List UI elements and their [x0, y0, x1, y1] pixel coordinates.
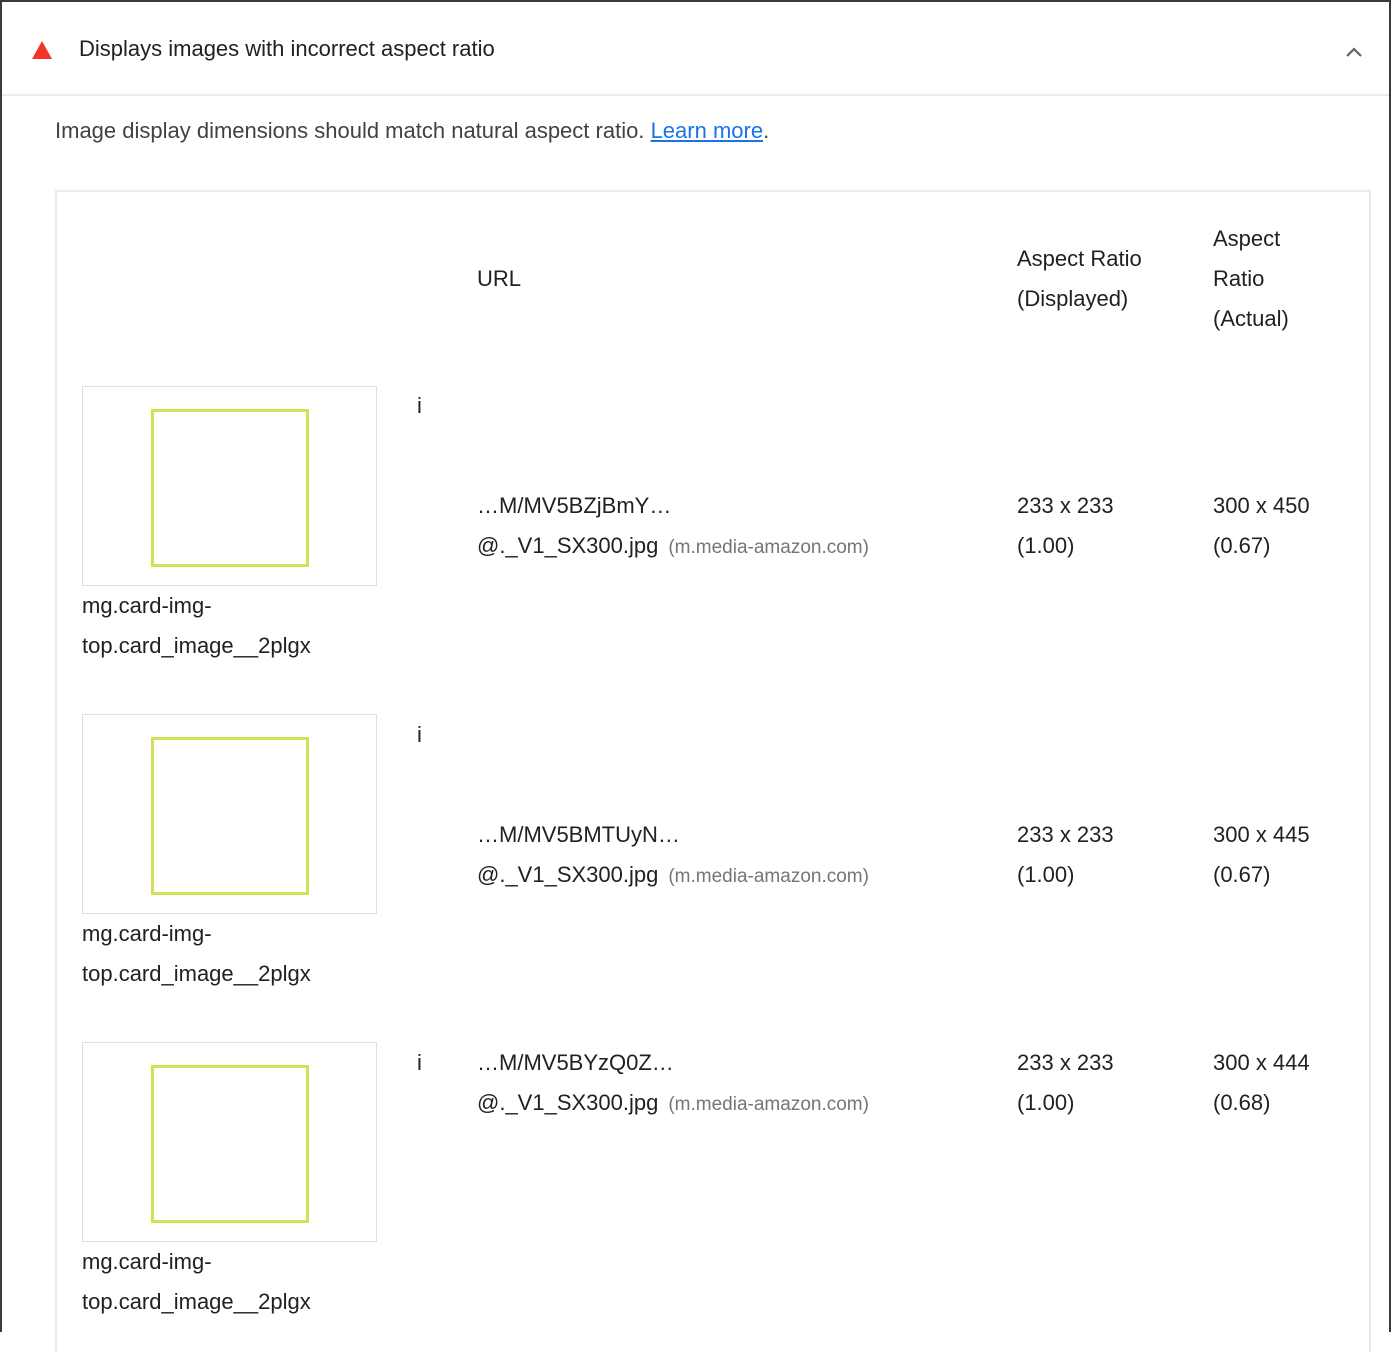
- actual-ratio: (0.68): [1213, 1090, 1271, 1115]
- chevron-up-icon[interactable]: [1342, 42, 1366, 62]
- displayed-ratio: (1.00): [1017, 862, 1075, 887]
- url-host: (m.media-amazon.com): [668, 537, 869, 558]
- url-host: (m.media-amazon.com): [668, 866, 869, 887]
- image-thumbnail: [82, 386, 377, 586]
- fail-triangle-icon: [32, 41, 52, 59]
- column-header-aspect-ratio-displayed: Aspect Ratio (Displayed): [1017, 246, 1142, 311]
- url-line-2[interactable]: @._V1_SX300.jpg (m.media-amazon.com): [477, 855, 869, 897]
- displayed-dims: 233 x 233: [1017, 822, 1114, 847]
- url-path: @._V1_SX300.jpg: [477, 862, 659, 887]
- description-tail: .: [763, 118, 770, 143]
- actual-dims: 300 x 444: [1213, 1050, 1310, 1075]
- audit-header[interactable]: Displays images with incorrect aspect ra…: [2, 2, 1389, 96]
- learn-more-link[interactable]: Learn more: [651, 118, 764, 143]
- node-prefix: i: [417, 722, 422, 747]
- table-row: mg.card-img-top.card_image__2plgx i …M/M…: [57, 386, 1369, 714]
- actual-ratio: (0.67): [1213, 533, 1271, 558]
- image-thumbnail: [82, 1042, 377, 1242]
- url-line-1[interactable]: …M/MV5BMTUyN…: [477, 815, 680, 855]
- table-row: mg.card-img-top.card_image__2plgx i …M/M…: [57, 714, 1369, 1042]
- displayed-ratio: (1.00): [1017, 533, 1075, 558]
- node-prefix: i: [417, 1050, 422, 1075]
- actual-dims: 300 x 445: [1213, 822, 1310, 847]
- node-prefix: i: [417, 393, 422, 418]
- node-label: mg.card-img-top.card_image__2plgx: [82, 593, 311, 658]
- audit-title: Displays images with incorrect aspect ra…: [79, 36, 495, 61]
- image-thumbnail: [82, 714, 377, 914]
- column-header-url: URL: [477, 266, 522, 291]
- actual-ratio: (0.67): [1213, 862, 1271, 887]
- url-line-2[interactable]: @._V1_SX300.jpg (m.media-amazon.com): [477, 1083, 869, 1125]
- thumbnail-outline: [151, 1065, 309, 1223]
- column-header-aspect-ratio-actual: Aspect Ratio (Actual): [1213, 226, 1289, 331]
- node-label: mg.card-img-top.card_image__2plgx: [82, 921, 311, 986]
- audit-description: Image display dimensions should match na…: [55, 115, 769, 147]
- url-path: @._V1_SX300.jpg: [477, 1090, 659, 1115]
- actual-dims: 300 x 450: [1213, 493, 1310, 518]
- displayed-dims: 233 x 233: [1017, 1050, 1114, 1075]
- thumbnail-outline: [151, 737, 309, 895]
- url-host: (m.media-amazon.com): [668, 1094, 869, 1115]
- node-label: mg.card-img-top.card_image__2plgx: [82, 1249, 311, 1314]
- url-line-1[interactable]: …M/MV5BYzQ0Z…: [477, 1043, 674, 1083]
- displayed-dims: 233 x 233: [1017, 493, 1114, 518]
- details-table: URL Aspect Ratio (Displayed) Aspect Rati…: [55, 190, 1371, 1352]
- audit-panel: Displays images with incorrect aspect ra…: [0, 0, 1391, 1352]
- thumbnail-outline: [151, 409, 309, 567]
- url-line-1[interactable]: …M/MV5BZjBmY…: [477, 486, 671, 526]
- url-path: @._V1_SX300.jpg: [477, 533, 659, 558]
- url-line-2[interactable]: @._V1_SX300.jpg (m.media-amazon.com): [477, 526, 869, 568]
- table-row: mg.card-img-top.card_image__2plgx i …M/M…: [57, 1042, 1369, 1370]
- description-text: Image display dimensions should match na…: [55, 118, 645, 143]
- displayed-ratio: (1.00): [1017, 1090, 1075, 1115]
